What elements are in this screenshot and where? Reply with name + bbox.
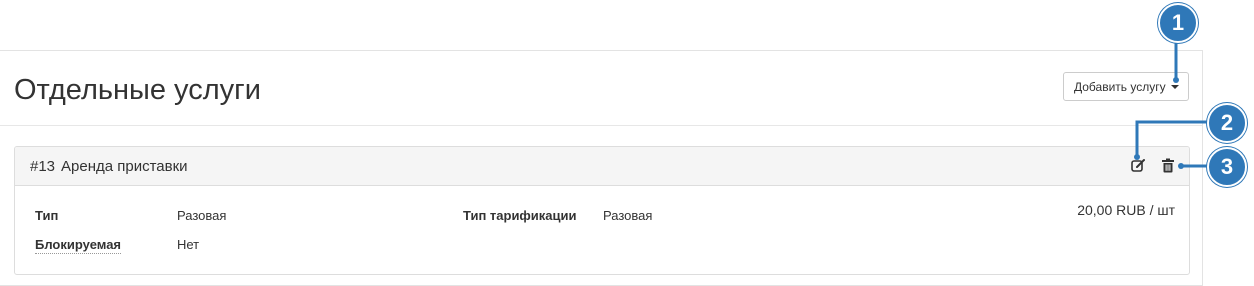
callout-leader-lines — [1134, 34, 1210, 169]
callout-3: 3 — [1207, 147, 1247, 187]
callout-1: 1 — [1158, 3, 1198, 43]
callout-2: 2 — [1207, 103, 1247, 143]
